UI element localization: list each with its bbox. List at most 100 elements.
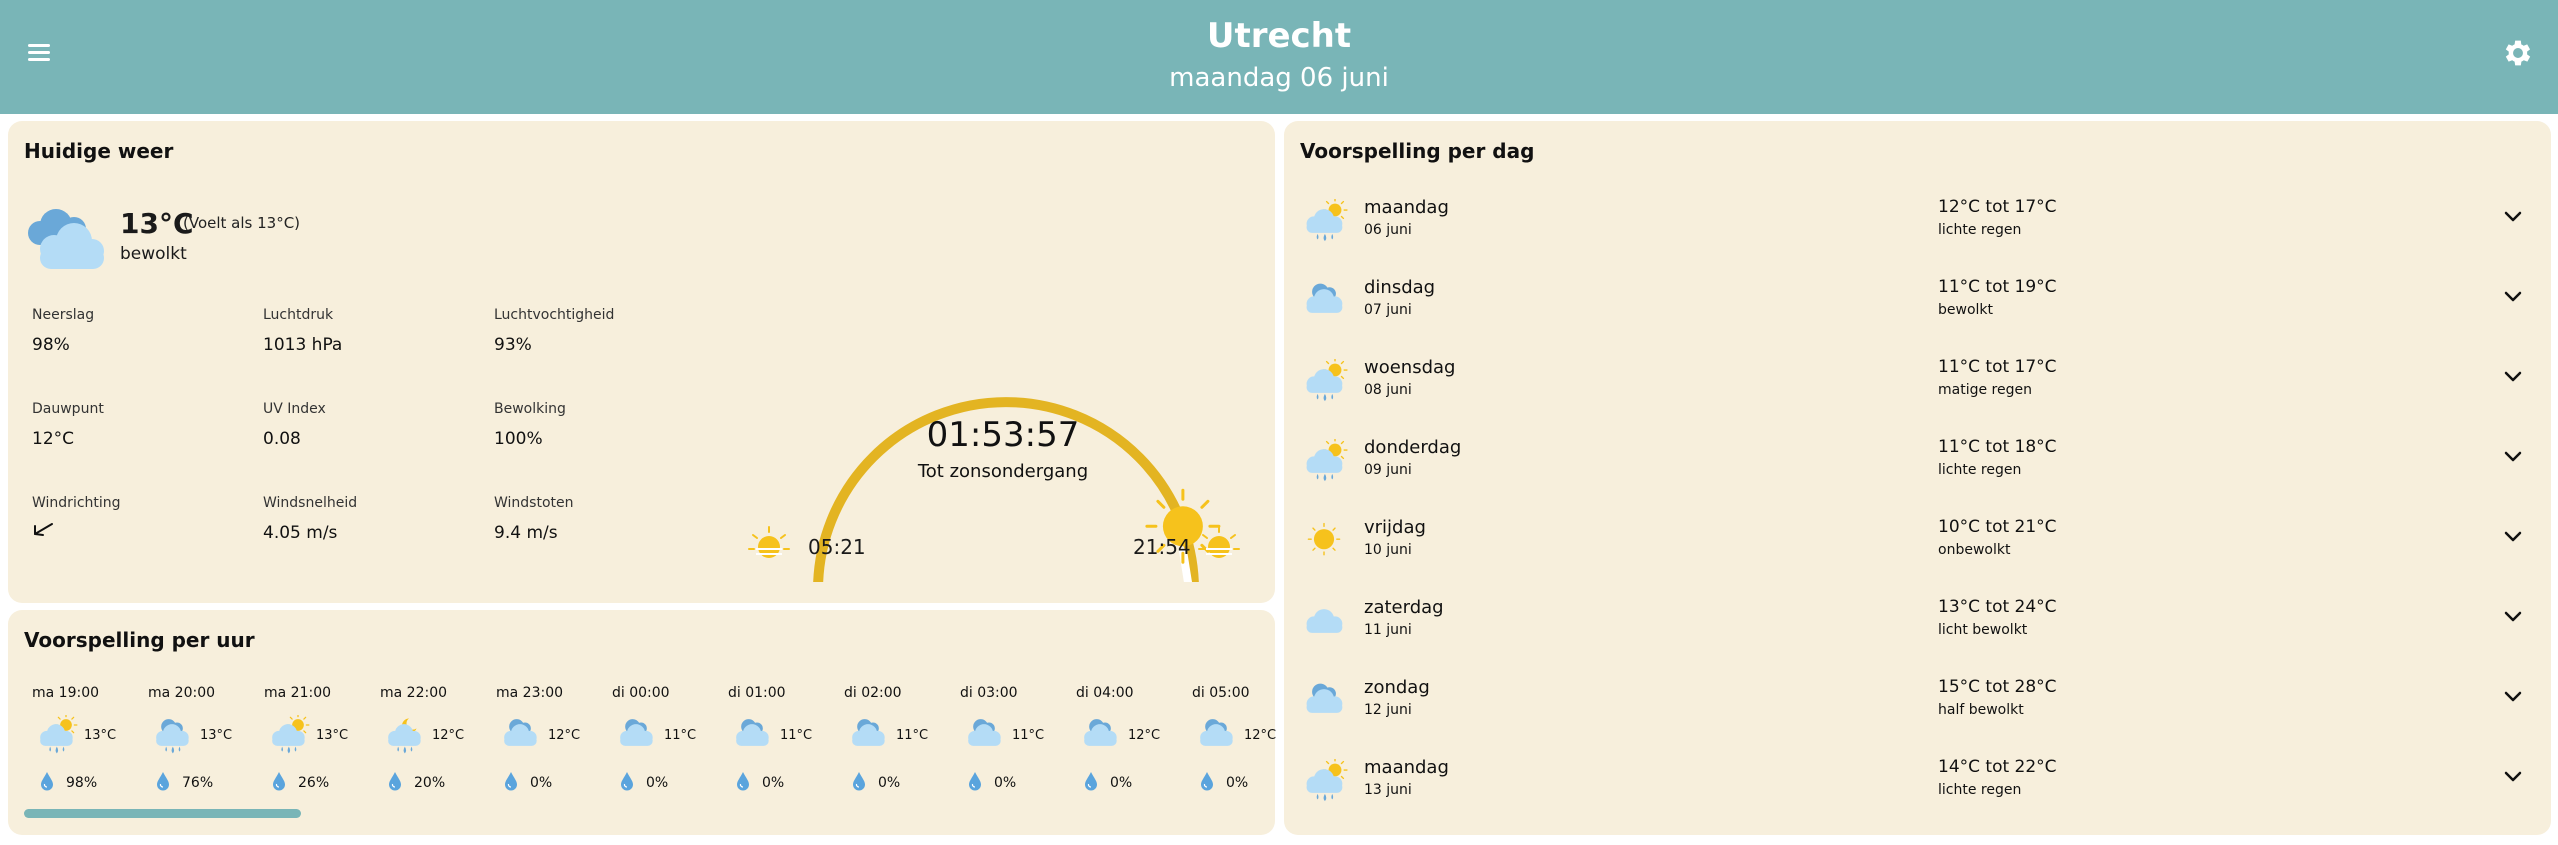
hour-precipitation: 0% [1226, 775, 1249, 791]
chevron-down-icon[interactable] [2502, 285, 2524, 307]
chevron-down-icon[interactable] [2502, 445, 2524, 467]
day-date: 06 juni [1364, 222, 1412, 238]
daily-item[interactable]: maandag 06 juni 12°C tot 17°C lichte reg… [1284, 191, 2551, 271]
raindrop-icon [1201, 772, 1213, 791]
pressure-value: 1013 hPa [263, 335, 343, 355]
hour-time: ma 22:00 [380, 685, 448, 701]
day-name: donderdag [1364, 437, 1462, 458]
day-name: vrijdag [1364, 517, 1426, 538]
day-name: dinsdag [1364, 277, 1436, 298]
day-date: 12 juni [1364, 702, 1412, 718]
current-date: maandag 06 juni [1169, 63, 1389, 93]
hour-temperature: 11°C [1012, 728, 1045, 743]
cloudy-icon [28, 209, 104, 269]
hour-temperature: 13°C [84, 728, 117, 743]
hour-precipitation: 0% [530, 775, 553, 791]
hourly-forecast-title: Voorspelling per uur [24, 628, 255, 652]
hourly-scrollbar[interactable] [24, 809, 301, 818]
hour-time: di 00:00 [612, 685, 670, 701]
hourly-item: ma 23:00 12°C 0% [496, 685, 606, 795]
hour-temperature: 11°C [896, 728, 929, 743]
hour-time: di 02:00 [844, 685, 902, 701]
cloudiness-label: Bewolking [494, 401, 566, 417]
uv-value: 0.08 [263, 429, 301, 449]
cloudiness-value: 100% [494, 429, 543, 449]
chevron-down-icon[interactable] [2502, 205, 2524, 227]
dewpoint-value: 12°C [32, 429, 75, 449]
chevron-down-icon[interactable] [2502, 605, 2524, 627]
sun-cloud-rain-icon [1306, 439, 1348, 482]
hour-temperature: 13°C [316, 728, 349, 743]
wind-speed-label: Windsnelheid [263, 495, 358, 511]
hourly-item: di 00:00 11°C 0% [612, 685, 722, 795]
hour-precipitation: 76% [182, 775, 214, 791]
day-date: 11 juni [1364, 622, 1412, 638]
raindrop-icon [621, 772, 633, 791]
sun-cloud-rain-icon [40, 715, 78, 754]
daily-item[interactable]: dinsdag 07 juni 11°C tot 19°C bewolkt [1284, 271, 2551, 351]
raindrop-icon [969, 772, 981, 791]
cloud-rain-icon [156, 719, 189, 754]
pressure-label: Luchtdruk [263, 307, 334, 323]
daily-item[interactable]: maandag 13 juni 14°C tot 22°C lichte reg… [1284, 751, 2551, 831]
wind-gusts-value: 9.4 m/s [494, 523, 558, 543]
day-name: maandag [1364, 197, 1449, 218]
sunset-time: 21:54 [1133, 535, 1191, 559]
day-temperature-range: 12°C tot 17°C [1938, 197, 2057, 217]
raindrop-icon [157, 772, 169, 791]
sun-cloud-rain-icon [1306, 759, 1348, 802]
raindrop-icon [505, 772, 517, 791]
city-title: Utrecht [1206, 16, 1352, 56]
day-condition: lichte regen [1938, 462, 2022, 478]
day-temperature-range: 13°C tot 24°C [1938, 597, 2057, 617]
cloudy-icon [852, 719, 885, 746]
hour-time: di 03:00 [960, 685, 1018, 701]
hour-precipitation: 0% [878, 775, 901, 791]
day-temperature-range: 14°C tot 22°C [1938, 757, 2057, 777]
hour-precipitation: 0% [1110, 775, 1133, 791]
daily-item[interactable]: woensdag 08 juni 11°C tot 17°C matige re… [1284, 351, 2551, 431]
chevron-down-icon[interactable] [2502, 765, 2524, 787]
hour-time: ma 21:00 [264, 685, 332, 701]
sun-cloud-rain-icon [1306, 359, 1348, 402]
sun-icon [1307, 522, 1341, 556]
sunrise-time: 05:21 [808, 535, 866, 559]
chevron-down-icon[interactable] [2502, 525, 2524, 547]
day-condition: licht bewolkt [1938, 622, 2028, 638]
hourly-item: ma 19:00 13°C 98% [32, 685, 142, 795]
hourly-item: ma 22:00 12°C 20% [380, 685, 490, 795]
wind-speed-value: 4.05 m/s [263, 523, 338, 543]
day-condition: lichte regen [1938, 222, 2022, 238]
hour-precipitation: 0% [646, 775, 669, 791]
day-name: zondag [1364, 677, 1430, 698]
current-weather-panel: Huidige weer 13°C (Voelt als 13°C) bewol… [8, 121, 1275, 603]
hour-time: di 04:00 [1076, 685, 1134, 701]
dewpoint-label: Dauwpunt [32, 401, 104, 417]
feels-like: (Voelt als 13°C) [183, 214, 301, 232]
daily-forecast-title: Voorspelling per dag [1300, 139, 1535, 163]
daily-item[interactable]: zaterdag 11 juni 13°C tot 24°C licht bew… [1284, 591, 2551, 671]
hour-time: ma 20:00 [148, 685, 216, 701]
hour-temperature: 12°C [1128, 728, 1161, 743]
current-description: bewolkt [120, 244, 187, 264]
hourly-item: di 01:00 11°C 0% [728, 685, 838, 795]
hour-temperature: 12°C [1244, 728, 1277, 743]
cloudy-icon [1200, 719, 1233, 746]
hourly-item: di 03:00 11°C 0% [960, 685, 1070, 795]
humidity-label: Luchtvochtigheid [494, 307, 615, 323]
daily-item[interactable]: vrijdag 10 juni 10°C tot 21°C onbewolkt [1284, 511, 2551, 591]
chevron-down-icon[interactable] [2502, 685, 2524, 707]
day-name: zaterdag [1364, 597, 1444, 618]
gear-icon[interactable] [2501, 36, 2535, 70]
daily-item[interactable]: donderdag 09 juni 11°C tot 18°C lichte r… [1284, 431, 2551, 511]
daily-item[interactable]: zondag 12 juni 15°C tot 28°C half bewolk… [1284, 671, 2551, 751]
sunrise-icon [748, 526, 790, 558]
hour-temperature: 11°C [664, 728, 697, 743]
raindrop-icon [737, 772, 749, 791]
day-date: 09 juni [1364, 462, 1412, 478]
hour-temperature: 12°C [548, 728, 581, 743]
hour-precipitation: 0% [762, 775, 785, 791]
sunset-countdown: 01:53:57 [926, 415, 1080, 455]
precipitation-label: Neerslag [32, 307, 95, 323]
chevron-down-icon[interactable] [2502, 365, 2524, 387]
